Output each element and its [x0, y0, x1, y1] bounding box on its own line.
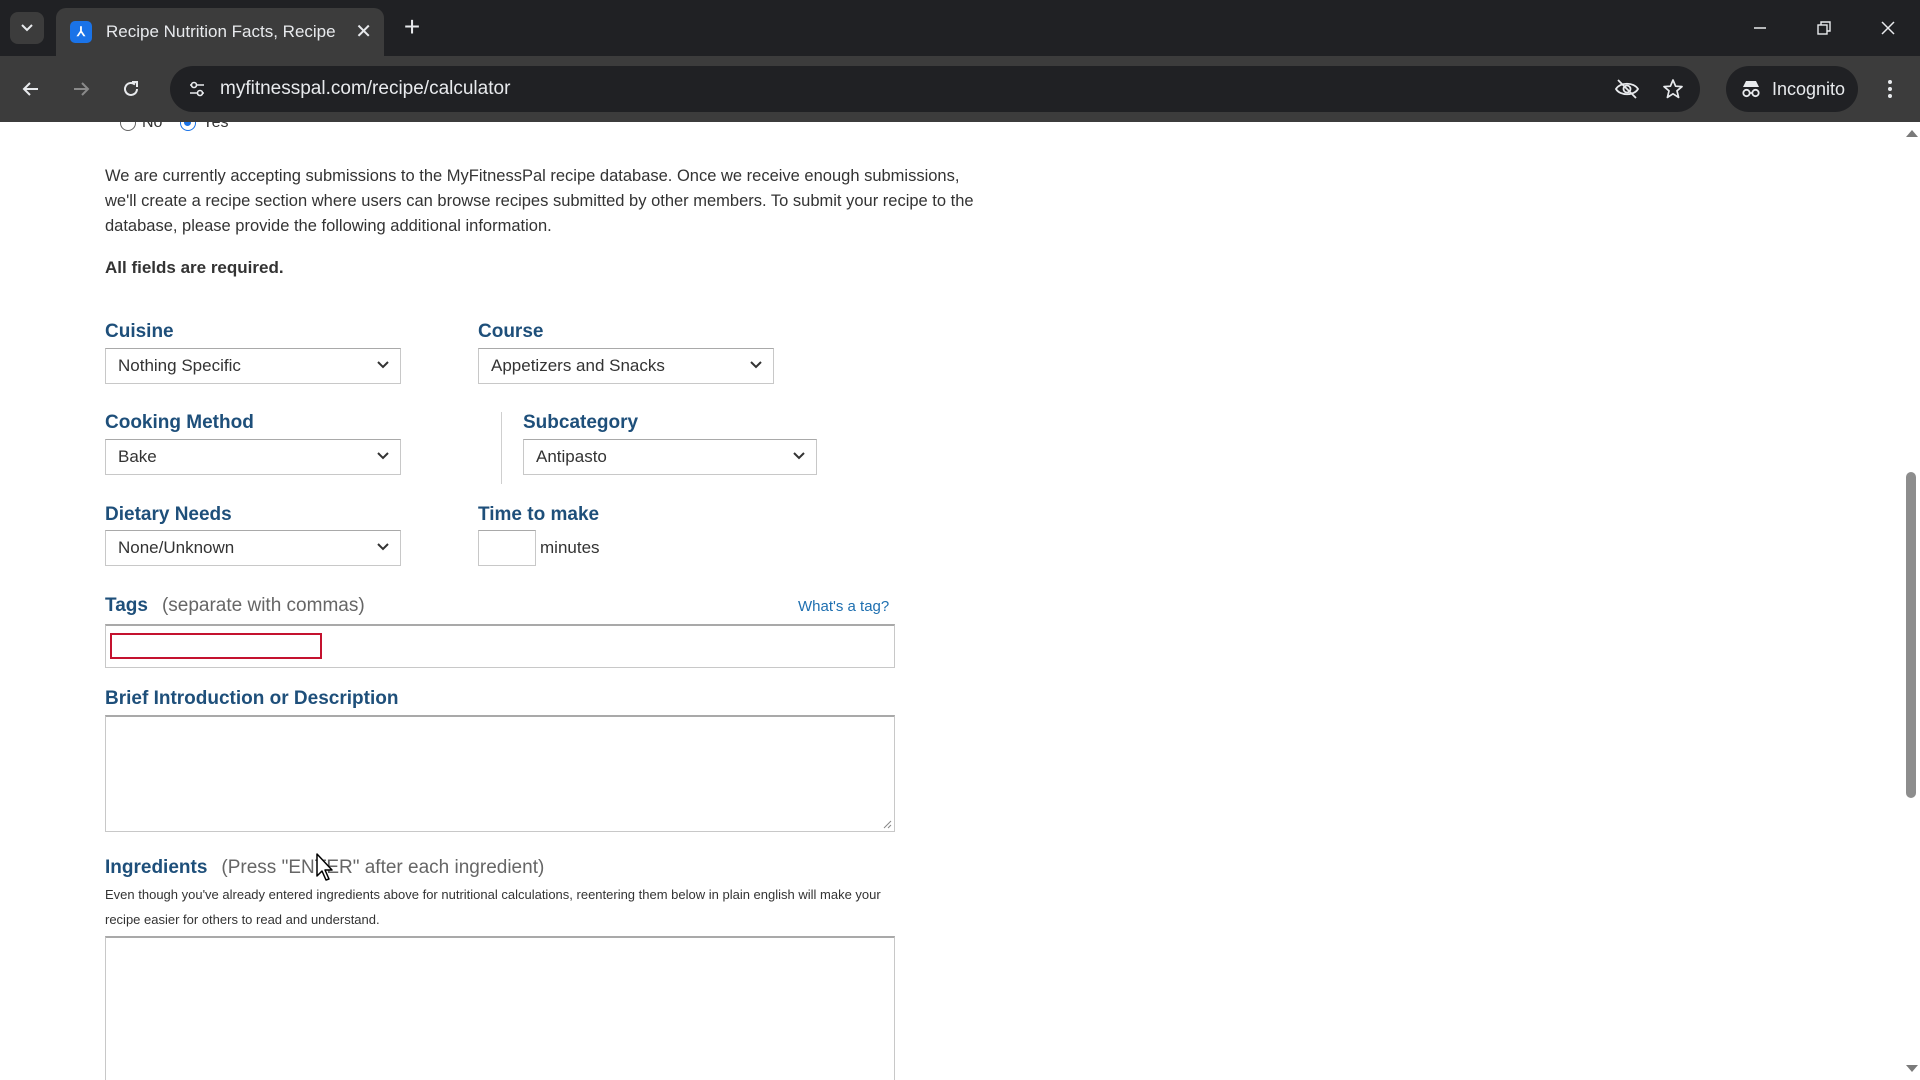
scroll-down-arrow-icon[interactable] [1906, 1065, 1918, 1072]
more-vertical-icon [1888, 80, 1892, 98]
ingredients-label: Ingredients [105, 857, 208, 878]
cuisine-value: Nothing Specific [118, 356, 241, 375]
course-select[interactable]: Appetizers and Snacks [478, 348, 774, 384]
radio-yes-label: Yes [202, 122, 229, 131]
time-to-make-input[interactable] [478, 530, 536, 566]
arrow-right-icon [74, 82, 90, 96]
chevron-down-icon [21, 24, 33, 32]
myfitnesspal-favicon-icon: ⅄ [70, 21, 92, 43]
back-button[interactable] [12, 70, 50, 108]
eye-off-icon [1614, 79, 1640, 99]
resize-handle-icon[interactable] [882, 819, 892, 829]
required-fields-note: All fields are required. [105, 258, 284, 277]
browser-toolbar: myfitnesspal.com/recipe/calculator Incog… [0, 56, 1920, 122]
site-info-button[interactable] [182, 74, 212, 104]
whats-a-tag-link[interactable]: What's a tag? [798, 598, 889, 615]
description-textarea[interactable] [105, 715, 895, 832]
course-value: Appetizers and Snacks [491, 356, 665, 375]
star-icon [1663, 79, 1683, 99]
new-tab-button[interactable]: + [396, 12, 428, 44]
scroll-up-arrow-icon[interactable] [1906, 130, 1918, 137]
incognito-indicator[interactable]: Incognito [1726, 66, 1858, 112]
cooking-method-value: Bake [118, 447, 157, 466]
dietary-needs-select[interactable]: None/Unknown [105, 530, 401, 566]
ingredients-note: Even though you've already entered ingre… [105, 887, 881, 927]
mouse-cursor-icon [316, 853, 333, 881]
incognito-label: Incognito [1772, 78, 1846, 99]
tags-hint: (separate with commas) [161, 595, 365, 616]
subcategory-value: Antipasto [536, 447, 607, 466]
page-scrollbar[interactable] [1902, 122, 1920, 1080]
restore-icon [1817, 21, 1831, 35]
scrollbar-thumb[interactable] [1906, 472, 1916, 798]
chevron-down-icon [377, 361, 389, 369]
reload-icon [124, 81, 138, 96]
time-to-make-label: Time to make [478, 504, 600, 525]
address-bar[interactable]: myfitnesspal.com/recipe/calculator [170, 66, 1700, 112]
tab-search-button[interactable] [10, 12, 44, 44]
column-divider [501, 412, 502, 484]
close-window-button[interactable] [1868, 10, 1908, 46]
browser-tab[interactable]: ⅄ Recipe Nutrition Facts, Recipe N ✕ [56, 8, 384, 56]
minutes-unit-label: minutes [540, 538, 600, 557]
ingredients-hint: (Press "ENTER" after each ingredient) [221, 857, 545, 878]
tags-field [105, 624, 895, 668]
tags-label-row: Tags (separate with commas) [105, 595, 365, 617]
close-tab-icon[interactable]: ✕ [355, 22, 372, 42]
browser-menu-button[interactable] [1872, 70, 1908, 108]
radio-no[interactable] [120, 122, 136, 131]
share-recipe-radio-group: No Yes [120, 122, 247, 132]
dietary-needs-value: None/Unknown [118, 538, 235, 557]
tags-input[interactable] [110, 633, 322, 659]
subcategory-select[interactable]: Antipasto [523, 439, 817, 475]
chevron-down-icon [793, 452, 805, 460]
page-viewport: No Yes We are currently accepting submis… [0, 122, 1920, 1080]
ingredients-textarea[interactable] [105, 936, 895, 1080]
bookmark-button[interactable] [1658, 74, 1688, 104]
chevron-down-icon [377, 452, 389, 460]
tracking-protection-button[interactable] [1612, 74, 1642, 104]
cuisine-label: Cuisine [105, 321, 174, 342]
description-label: Brief Introduction or Description [105, 688, 399, 709]
close-icon [1881, 21, 1895, 35]
reload-button[interactable] [112, 70, 150, 108]
radio-yes[interactable] [180, 122, 197, 131]
dietary-needs-label: Dietary Needs [105, 504, 232, 525]
restore-window-button[interactable] [1804, 10, 1844, 46]
chevron-down-icon [750, 361, 762, 369]
minimize-window-button[interactable] [1740, 10, 1780, 46]
radio-no-label: No [142, 122, 163, 131]
tags-label: Tags [105, 595, 148, 616]
submission-intro-text: We are currently accepting submissions t… [105, 167, 974, 235]
tab-strip: ⅄ Recipe Nutrition Facts, Recipe N ✕ + [0, 0, 1920, 56]
subcategory-label: Subcategory [523, 412, 639, 433]
cuisine-select[interactable]: Nothing Specific [105, 348, 401, 384]
course-label: Course [478, 321, 544, 342]
cooking-method-label: Cooking Method [105, 412, 254, 433]
cooking-method-select[interactable]: Bake [105, 439, 401, 475]
minimize-icon [1754, 27, 1766, 29]
forward-button[interactable] [62, 70, 100, 108]
url-text: myfitnesspal.com/recipe/calculator [220, 78, 511, 99]
tab-title: Recipe Nutrition Facts, Recipe N [106, 22, 336, 41]
tune-icon [190, 81, 204, 97]
chevron-down-icon [377, 543, 389, 551]
incognito-icon [1742, 81, 1760, 98]
arrow-left-icon [22, 82, 38, 96]
